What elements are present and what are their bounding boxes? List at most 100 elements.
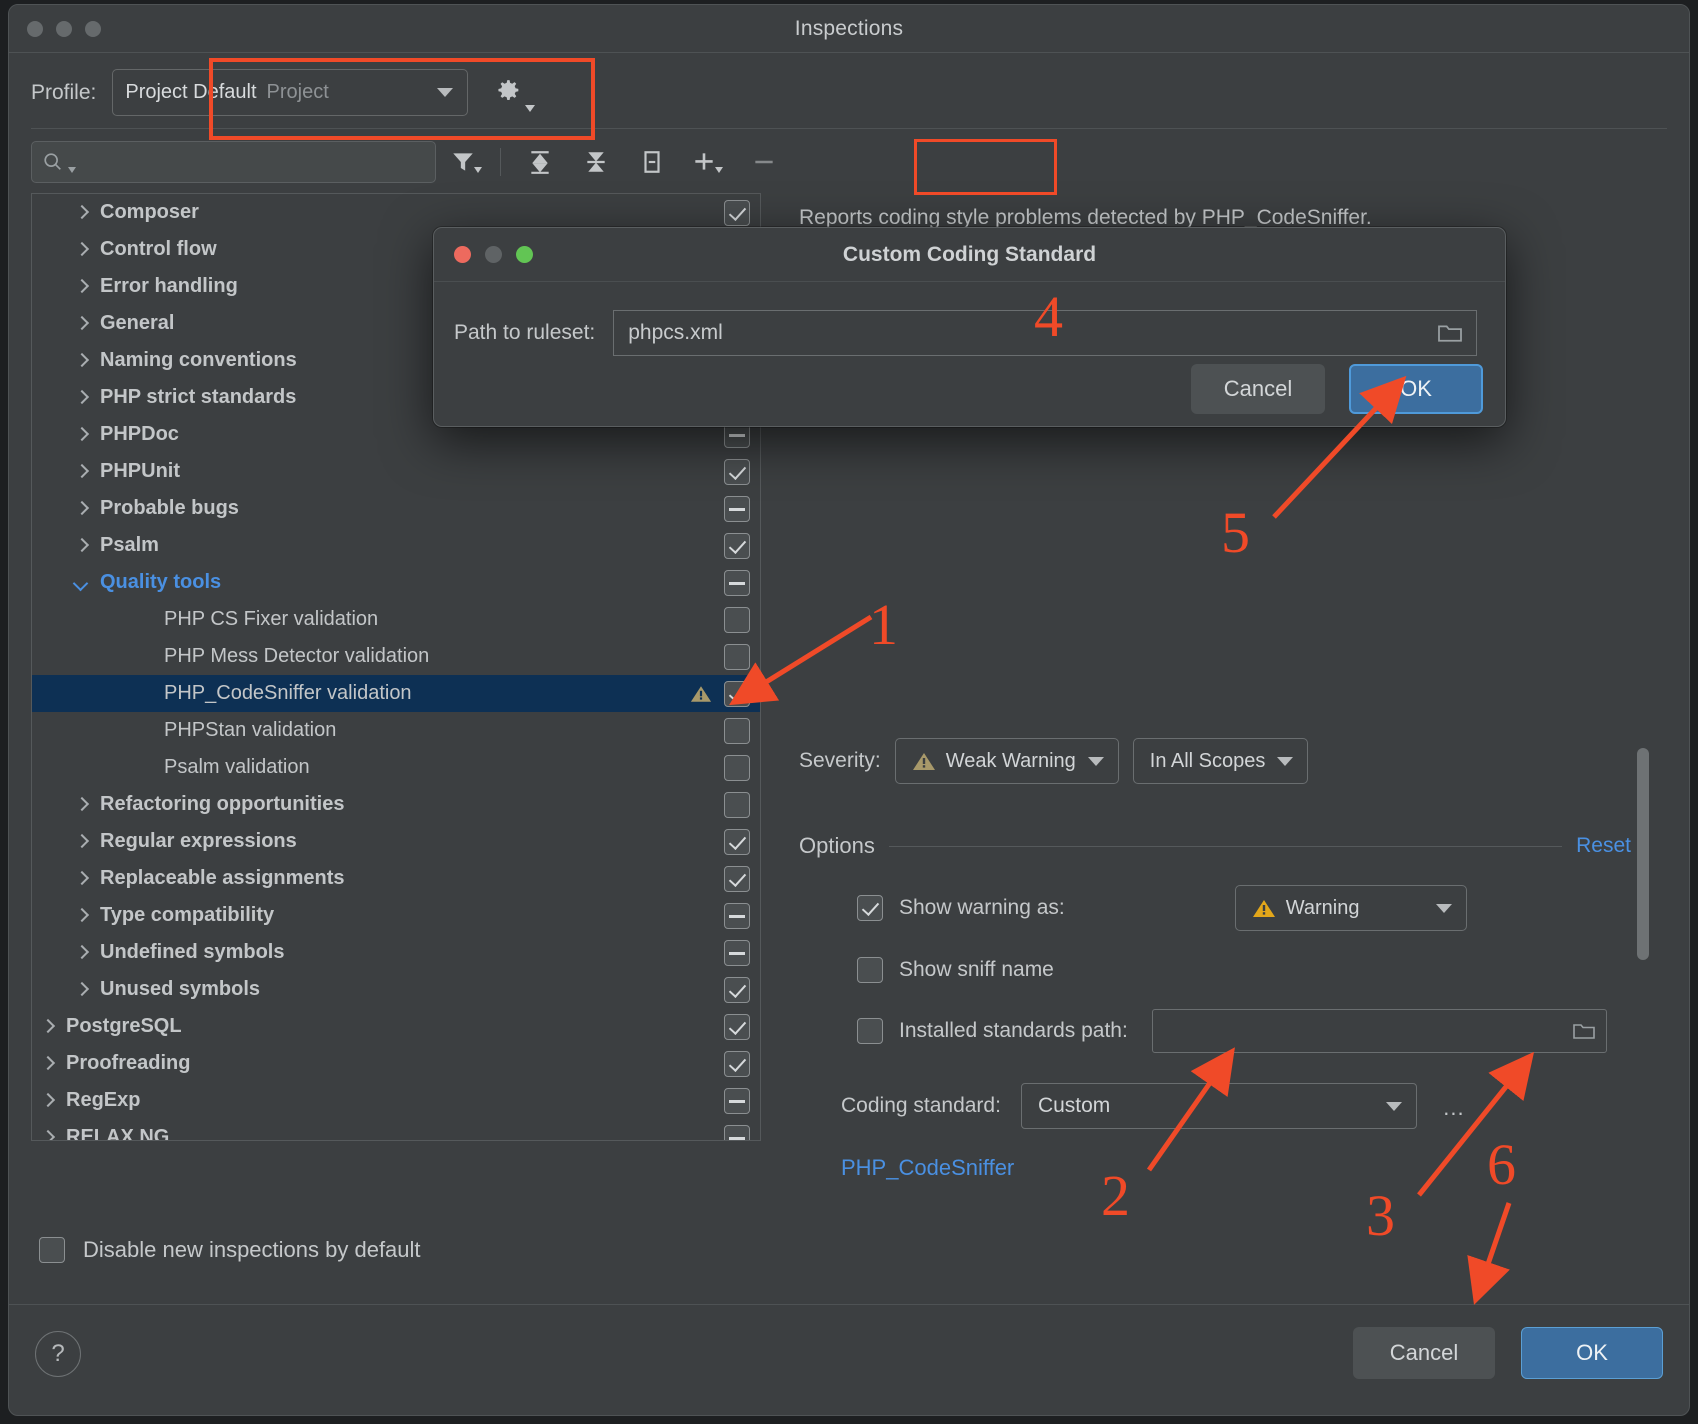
gear-icon[interactable]	[490, 73, 538, 112]
folder-icon[interactable]	[1436, 322, 1464, 344]
ok-button[interactable]: OK	[1521, 1327, 1663, 1379]
installed-standards-checkbox[interactable]	[857, 1018, 883, 1044]
tree-row[interactable]: Quality tools	[32, 564, 760, 601]
tree-row-checkbox[interactable]	[724, 902, 750, 929]
tree-row-checkbox[interactable]	[724, 606, 750, 633]
tree-row[interactable]: Psalm validation	[32, 749, 760, 786]
tree-row[interactable]: PHP CS Fixer validation	[32, 601, 760, 638]
chevron-down-icon[interactable]	[74, 576, 88, 590]
tree-row-checkbox[interactable]	[724, 1087, 750, 1114]
tree-row[interactable]: PostgreSQL	[32, 1008, 760, 1045]
cancel-button[interactable]: Cancel	[1353, 1327, 1495, 1379]
chevron-right-icon[interactable]	[74, 835, 88, 849]
chevron-right-icon[interactable]	[74, 354, 88, 368]
tree-row[interactable]: Type compatibility	[32, 897, 760, 934]
tree-row-label: PHPUnit	[100, 460, 180, 482]
tree-row[interactable]: PHPStan validation	[32, 712, 760, 749]
chevron-right-icon[interactable]	[74, 872, 88, 886]
chevron-right-icon[interactable]	[74, 280, 88, 294]
search-field[interactable]	[31, 141, 436, 183]
help-button[interactable]: ?	[35, 1331, 81, 1377]
tree-row-checkbox[interactable]	[724, 458, 750, 485]
chevron-right-icon[interactable]	[74, 798, 88, 812]
filter-icon[interactable]	[442, 141, 492, 183]
chevron-right-icon[interactable]	[74, 391, 88, 405]
tree-row-checkbox[interactable]	[724, 199, 750, 226]
tree-row-label: PHP_CodeSniffer validation	[164, 682, 412, 704]
chevron-right-icon[interactable]	[74, 539, 88, 553]
expand-all-icon[interactable]	[515, 141, 565, 183]
options-section: Options Reset Show warning as: Warning S…	[799, 833, 1631, 1181]
tree-row-label: Regular expressions	[100, 830, 297, 852]
tree-row-checkbox[interactable]	[724, 754, 750, 781]
chevron-right-icon[interactable]	[40, 1094, 54, 1108]
tree-row-checkbox[interactable]	[724, 865, 750, 892]
tree-row[interactable]: RegExp	[32, 1082, 760, 1119]
chevron-right-icon[interactable]	[40, 1020, 54, 1034]
tree-row[interactable]: Replaceable assignments	[32, 860, 760, 897]
chevron-right-icon[interactable]	[40, 1131, 54, 1141]
tree-row-checkbox[interactable]	[724, 939, 750, 966]
tree-row-checkbox[interactable]	[724, 976, 750, 1003]
tree-row-checkbox[interactable]	[724, 1050, 750, 1077]
tree-row[interactable]: Psalm	[32, 527, 760, 564]
severity-value: Weak Warning	[945, 749, 1076, 772]
show-sniff-name-checkbox[interactable]	[857, 957, 883, 983]
chevron-right-icon[interactable]	[74, 909, 88, 923]
reset-link[interactable]: Reset	[1576, 834, 1631, 858]
chevron-right-icon[interactable]	[74, 946, 88, 960]
tree-row[interactable]: Composer	[32, 194, 760, 231]
tree-row-checkbox[interactable]	[724, 791, 750, 818]
chevron-right-icon[interactable]	[74, 502, 88, 516]
installed-standards-field[interactable]	[1151, 1009, 1607, 1053]
chevron-right-icon[interactable]	[74, 465, 88, 479]
tree-row-label: PHP Mess Detector validation	[164, 645, 430, 667]
tree-row-checkbox[interactable]	[724, 680, 750, 707]
tree-row-checkbox[interactable]	[724, 1124, 750, 1140]
chevron-right-icon[interactable]	[74, 243, 88, 257]
severity-select[interactable]: Weak Warning	[894, 738, 1119, 784]
disable-new-inspections-checkbox[interactable]	[39, 1237, 65, 1263]
tree-row-checkbox[interactable]	[724, 569, 750, 596]
tree-row[interactable]: Proofreading	[32, 1045, 760, 1082]
tree-row-checkbox[interactable]	[724, 828, 750, 855]
show-warning-as-select[interactable]: Warning	[1234, 885, 1467, 931]
search-input[interactable]	[44, 151, 435, 173]
tree-row[interactable]: PHP Mess Detector validation	[32, 638, 760, 675]
scope-select[interactable]: In All Scopes	[1132, 738, 1309, 784]
scope-value: In All Scopes	[1149, 749, 1266, 772]
tree-row-checkbox[interactable]	[724, 532, 750, 559]
chevron-right-icon[interactable]	[74, 428, 88, 442]
folder-icon[interactable]	[1572, 1021, 1596, 1041]
tree-row-checkbox[interactable]	[724, 643, 750, 670]
group-by-severity-icon[interactable]	[627, 141, 677, 183]
coding-standard-browse-button[interactable]: ...	[1437, 1091, 1471, 1121]
tree-row[interactable]: Unused symbols	[32, 971, 760, 1008]
chevron-right-icon[interactable]	[40, 1057, 54, 1071]
tree-row[interactable]: Probable bugs	[32, 490, 760, 527]
tree-row-checkbox[interactable]	[724, 1013, 750, 1040]
tree-row[interactable]: RELAX NG	[32, 1119, 760, 1141]
show-warning-as-checkbox[interactable]	[857, 895, 883, 921]
chevron-right-icon[interactable]	[74, 206, 88, 220]
tree-row[interactable]: Undefined symbols	[32, 934, 760, 971]
coding-standard-select[interactable]: Custom	[1020, 1083, 1417, 1129]
search-icon	[44, 153, 61, 170]
add-icon[interactable]	[683, 141, 733, 183]
tree-row[interactable]: Regular expressions	[32, 823, 760, 860]
tree-row-checkbox[interactable]	[724, 495, 750, 522]
tree-row[interactable]: PHP_CodeSniffer validation	[32, 675, 760, 712]
tree-row[interactable]: Refactoring opportunities	[32, 786, 760, 823]
chevron-right-icon[interactable]	[74, 317, 88, 331]
profile-select[interactable]: Project Default Project	[112, 69, 469, 116]
tree-row-label: Psalm	[100, 534, 159, 556]
tree-row[interactable]: PHPUnit	[32, 453, 760, 490]
remove-icon[interactable]	[739, 141, 789, 183]
modal-ok-button[interactable]: OK	[1349, 364, 1483, 414]
tree-row-checkbox[interactable]	[724, 717, 750, 744]
modal-cancel-button[interactable]: Cancel	[1191, 364, 1325, 414]
collapse-all-icon[interactable]	[571, 141, 621, 183]
chevron-right-icon[interactable]	[74, 983, 88, 997]
details-scrollbar[interactable]	[1637, 748, 1649, 960]
